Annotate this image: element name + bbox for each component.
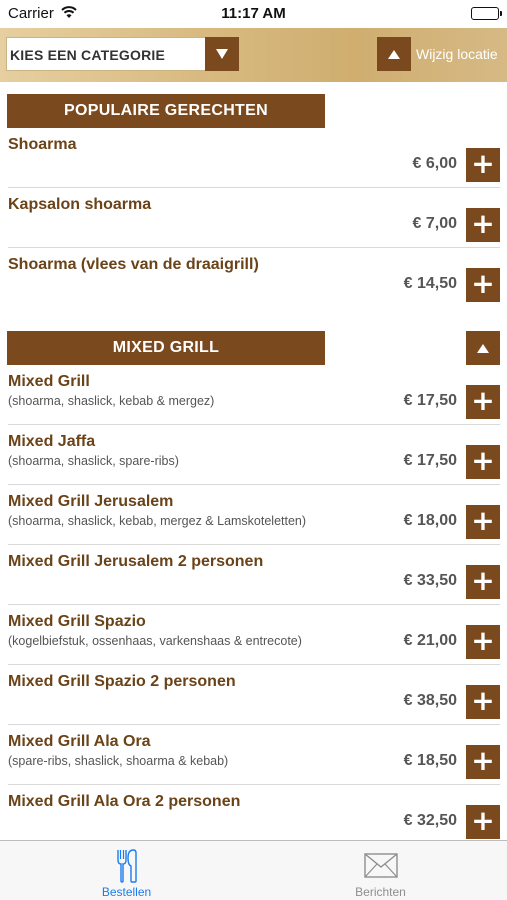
category-select[interactable]: KIES EEN CATEGORIE xyxy=(6,37,239,71)
tab-bar: Bestellen Berichten xyxy=(0,840,507,900)
triangle-down-icon xyxy=(216,49,228,59)
item-price: € 18,50 xyxy=(403,752,457,769)
item-price: € 38,50 xyxy=(403,692,457,709)
menu-item: Mixed Grill Spazio 2 personen € 38,50 + xyxy=(0,665,507,725)
plus-icon: + xyxy=(471,624,495,657)
item-name: Mixed Grill Jerusalem 2 personen xyxy=(8,553,264,570)
menu-item: Shoarma € 6,00 + xyxy=(0,128,507,188)
tab-berichten[interactable]: Berichten xyxy=(254,841,507,900)
item-description: (shoarma, shaslick, kebab & mergez) xyxy=(8,394,215,408)
item-price: € 17,50 xyxy=(403,392,457,409)
location-label[interactable]: Wijzig locatie xyxy=(416,46,498,62)
item-name: Mixed Grill Ala Ora xyxy=(8,733,151,750)
fork-knife-icon xyxy=(0,849,253,883)
status-time: 11:17 AM xyxy=(221,5,286,22)
plus-icon: + xyxy=(471,804,495,837)
item-name: Mixed Grill Spazio xyxy=(8,613,146,630)
battery-icon xyxy=(471,7,502,20)
item-price: € 14,50 xyxy=(403,275,457,292)
add-item-button[interactable]: + xyxy=(466,208,500,242)
add-item-button[interactable]: + xyxy=(466,268,500,302)
item-price: € 32,50 xyxy=(403,812,457,829)
envelope-icon xyxy=(254,849,507,879)
collapse-section-button[interactable] xyxy=(466,331,500,365)
add-item-button[interactable]: + xyxy=(466,625,500,659)
menu-item: Kapsalon shoarma € 7,00 + xyxy=(0,188,507,248)
menu-item: Mixed Jaffa (shoarma, shaslick, spare-ri… xyxy=(0,425,507,485)
item-description: (spare-ribs, shaslick, shoarma & kebab) xyxy=(8,754,229,768)
item-price: € 18,00 xyxy=(403,512,457,529)
section-header-popular: POPULAIRE GERECHTEN xyxy=(7,94,325,128)
header-bar: KIES EEN CATEGORIE Wijzig locatie xyxy=(0,28,507,82)
plus-icon: + xyxy=(471,147,495,180)
add-item-button[interactable]: + xyxy=(466,445,500,479)
plus-icon: + xyxy=(471,384,495,417)
item-description: (kogelbiefstuk, ossenhaas, varkenshaas &… xyxy=(8,634,302,648)
item-price: € 21,00 xyxy=(403,632,457,649)
plus-icon: + xyxy=(471,207,495,240)
menu-item: Mixed Grill Ala Ora 2 personen € 32,50 + xyxy=(0,785,507,840)
category-select-label: KIES EEN CATEGORIE xyxy=(10,47,166,63)
plus-icon: + xyxy=(471,684,495,717)
item-price: € 6,00 xyxy=(412,155,457,172)
category-dropdown-button[interactable] xyxy=(205,37,239,71)
add-item-button[interactable]: + xyxy=(466,805,500,839)
plus-icon: + xyxy=(471,564,495,597)
item-name: Shoarma (vlees van de draaigrill) xyxy=(8,256,259,273)
menu-item: Shoarma (vlees van de draaigrill) € 14,5… xyxy=(0,248,507,308)
menu-item: Mixed Grill Spazio (kogelbiefstuk, ossen… xyxy=(0,605,507,665)
tab-label: Berichten xyxy=(355,885,406,899)
item-name: Mixed Grill xyxy=(8,373,90,390)
plus-icon: + xyxy=(471,504,495,537)
app-root: Carrier 11:17 AM KIES EEN CATEGORIE Wijz… xyxy=(0,0,507,900)
item-price: € 17,50 xyxy=(403,452,457,469)
item-price: € 7,00 xyxy=(412,215,457,232)
add-item-button[interactable]: + xyxy=(466,385,500,419)
triangle-up-icon xyxy=(388,49,400,59)
item-description: (shoarma, shaslick, spare-ribs) xyxy=(8,454,179,468)
plus-icon: + xyxy=(471,267,495,300)
add-item-button[interactable]: + xyxy=(466,745,500,779)
item-name: Kapsalon shoarma xyxy=(8,196,152,213)
location-button[interactable] xyxy=(377,37,411,71)
add-item-button[interactable]: + xyxy=(466,685,500,719)
menu-item: Mixed Grill Ala Ora (spare-ribs, shaslic… xyxy=(0,725,507,785)
add-item-button[interactable]: + xyxy=(466,148,500,182)
item-name: Mixed Grill Spazio 2 personen xyxy=(8,673,236,690)
menu-item: Mixed Grill Jerusalem (shoarma, shaslick… xyxy=(0,485,507,545)
menu-list[interactable]: POPULAIRE GERECHTEN Shoarma € 6,00 + Kap… xyxy=(0,82,507,840)
item-price: € 33,50 xyxy=(403,572,457,589)
item-name: Mixed Grill Ala Ora 2 personen xyxy=(8,793,241,810)
item-name: Mixed Jaffa xyxy=(8,433,96,450)
tab-bestellen[interactable]: Bestellen xyxy=(0,841,253,900)
tab-label: Bestellen xyxy=(101,885,152,899)
section-header-mixed-grill: MIXED GRILL xyxy=(7,331,325,365)
item-name: Mixed Grill Jerusalem xyxy=(8,493,174,510)
add-item-button[interactable]: + xyxy=(466,505,500,539)
plus-icon: + xyxy=(471,744,495,777)
menu-item: Mixed Grill (shoarma, shaslick, kebab & … xyxy=(0,365,507,425)
add-item-button[interactable]: + xyxy=(466,565,500,599)
triangle-up-icon xyxy=(477,343,489,353)
item-description: (shoarma, shaslick, kebab, mergez & Lams… xyxy=(8,514,307,528)
plus-icon: + xyxy=(471,444,495,477)
menu-item: Mixed Grill Jerusalem 2 personen € 33,50… xyxy=(0,545,507,605)
status-bar: Carrier 11:17 AM xyxy=(0,0,507,28)
item-name: Shoarma xyxy=(8,136,77,153)
